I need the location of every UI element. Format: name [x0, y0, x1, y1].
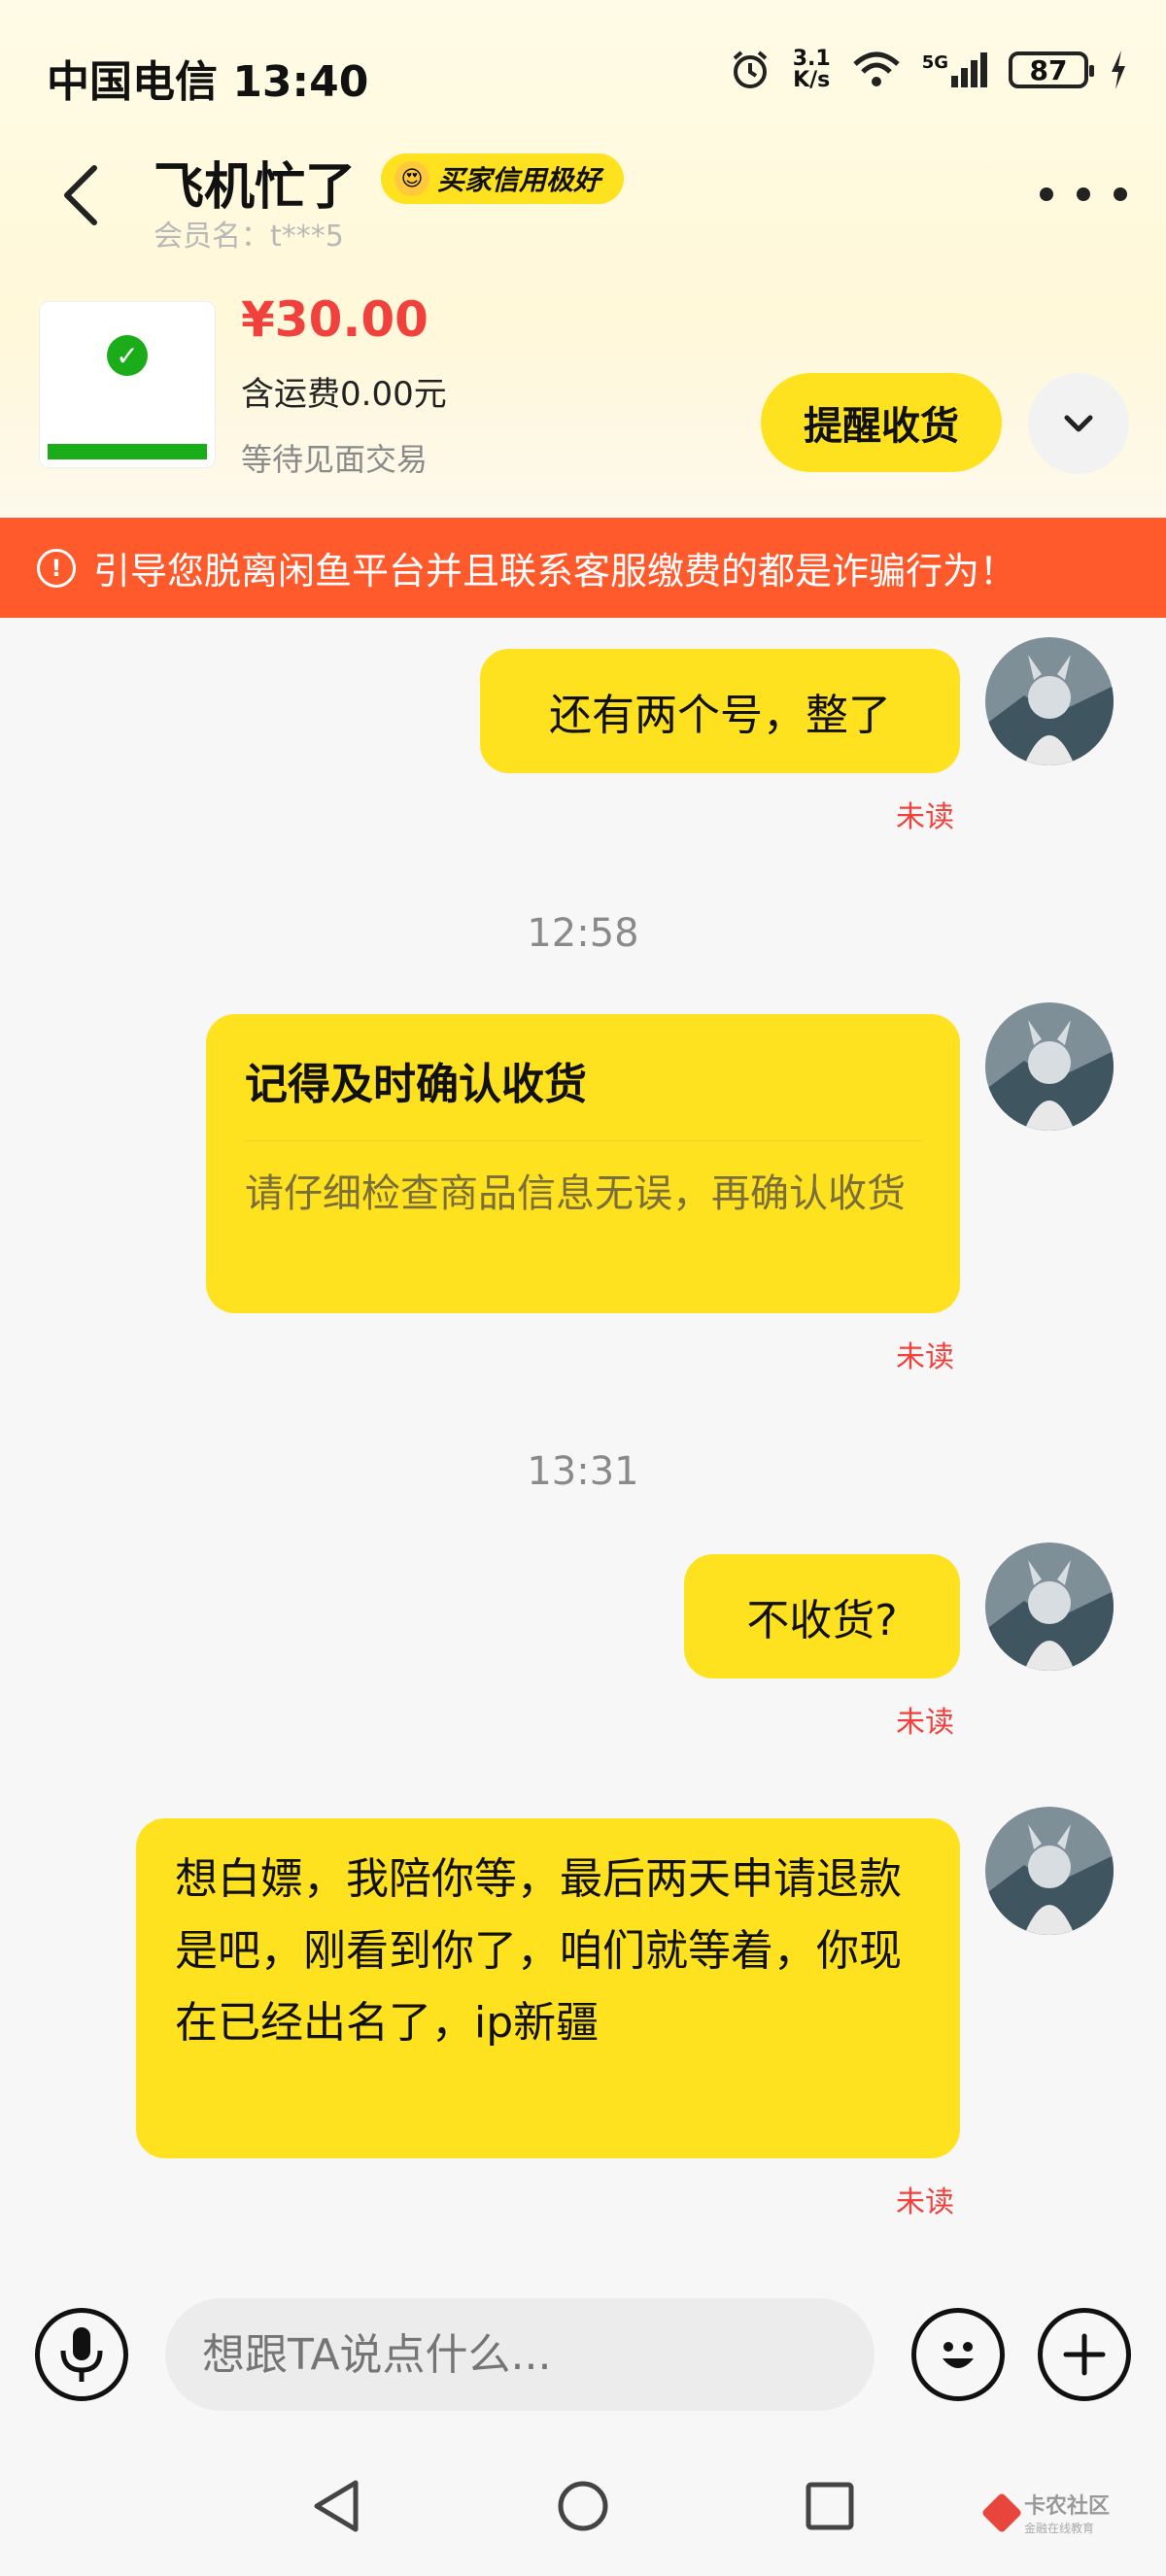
heart-eyes-icon: 😍 [394, 161, 429, 196]
unread-status: 未读 [896, 1706, 954, 1740]
credit-badge-label: 买家信用极好 [437, 164, 601, 196]
signal-icon: 5G [922, 52, 987, 87]
message-bubble[interactable]: 还有两个号，整了 [480, 649, 960, 773]
alarm-icon [733, 51, 768, 88]
avatar[interactable] [985, 637, 1114, 765]
member-name: 会员名：t***5 [154, 220, 344, 254]
avatar-image [985, 1002, 1114, 1131]
message-text: 想白嫖，我陪你等，最后两天申请退款是吧，刚看到你了，咱们就等着，你现在已经出名了… [175, 1854, 902, 2048]
message-bubble[interactable]: 想白嫖，我陪你等，最后两天申请退款是吧，刚看到你了，咱们就等着，你现在已经出名了… [136, 1818, 960, 2158]
card-title: 记得及时确认收货 [245, 1060, 587, 1109]
carrier-time: 中国电信 13:40 [47, 57, 369, 107]
more-dot-icon [1040, 187, 1053, 201]
add-button[interactable] [1038, 2308, 1131, 2401]
timestamp: 12:58 [527, 911, 639, 956]
smiley-icon [943, 2342, 974, 2368]
chat-partner-name[interactable]: 飞机忙了 [154, 146, 356, 219]
avatar[interactable] [985, 1542, 1114, 1671]
product-price: ¥30.00 [241, 291, 429, 348]
confirm-receipt-card[interactable]: 记得及时确认收货 请仔细检查商品信息无误，再确认收货 [206, 1014, 960, 1313]
plus-icon [1063, 2333, 1106, 2376]
avatar[interactable] [985, 1002, 1114, 1131]
wifi-icon [853, 51, 900, 86]
avatar-image [985, 1542, 1114, 1671]
watermark-logo-icon [980, 2491, 1023, 2533]
credit-badge[interactable]: 😍 买家信用极好 [381, 153, 625, 204]
voice-button[interactable] [35, 2308, 128, 2401]
message-input[interactable] [165, 2298, 874, 2411]
remind-receive-button[interactable]: 提醒收货 [761, 373, 1002, 472]
avatar-image [985, 637, 1114, 765]
shipping-fee: 含运费0.00元 [241, 375, 447, 414]
card-subtitle: 请仔细检查商品信息无误，再确认收货 [245, 1171, 906, 1216]
charging-icon [1112, 51, 1125, 89]
fraud-warning-text: 引导您脱离闲鱼平台并且联系客服缴费的都是诈骗行为！ [93, 550, 1017, 593]
unread-status: 未读 [896, 800, 954, 834]
back-button[interactable] [53, 160, 112, 228]
unread-status: 未读 [896, 2186, 954, 2220]
avatar-image [985, 1807, 1114, 1935]
watermark-title: 卡农社区 [1023, 2494, 1110, 2519]
emoji-button[interactable] [911, 2308, 1005, 2401]
warning-icon: ! [37, 548, 76, 588]
message-text: 不收货? [746, 1596, 898, 1645]
order-status: 等待见面交易 [241, 441, 429, 478]
watermark: 卡农社区 金融在线教育 [980, 2489, 1110, 2536]
back-arrow-icon [64, 165, 97, 225]
nav-recents-icon[interactable] [805, 2481, 855, 2531]
chevron-down-icon [1064, 415, 1093, 432]
product-thumbnail[interactable]: ✓ [39, 301, 216, 468]
fraud-warning-banner: ! 引导您脱离闲鱼平台并且联系客服缴费的都是诈骗行为！ [0, 518, 1166, 618]
microphone-icon [60, 2327, 103, 2382]
message-text: 还有两个号，整了 [549, 691, 891, 740]
unread-status: 未读 [896, 1340, 954, 1374]
status-bar: 中国电信 13:40 3.1 K/s 5G 87 [0, 0, 1166, 146]
check-icon: ✓ [107, 335, 148, 376]
nav-back-icon[interactable] [309, 2477, 363, 2535]
status-icons: 3.1 K/s 5G 87 [729, 49, 1127, 91]
card-divider [245, 1140, 921, 1141]
timestamp: 13:31 [527, 1449, 639, 1494]
expand-button[interactable] [1028, 373, 1129, 474]
message-bubble[interactable]: 不收货? [684, 1554, 960, 1678]
more-options-button[interactable] [1040, 175, 1127, 214]
nav-home-icon[interactable] [556, 2479, 610, 2533]
watermark-subtitle: 金融在线教育 [1023, 2522, 1094, 2535]
avatar[interactable] [985, 1807, 1114, 1935]
net-speed: 3.1 K/s [792, 47, 831, 92]
battery-icon: 87 [1009, 51, 1094, 88]
